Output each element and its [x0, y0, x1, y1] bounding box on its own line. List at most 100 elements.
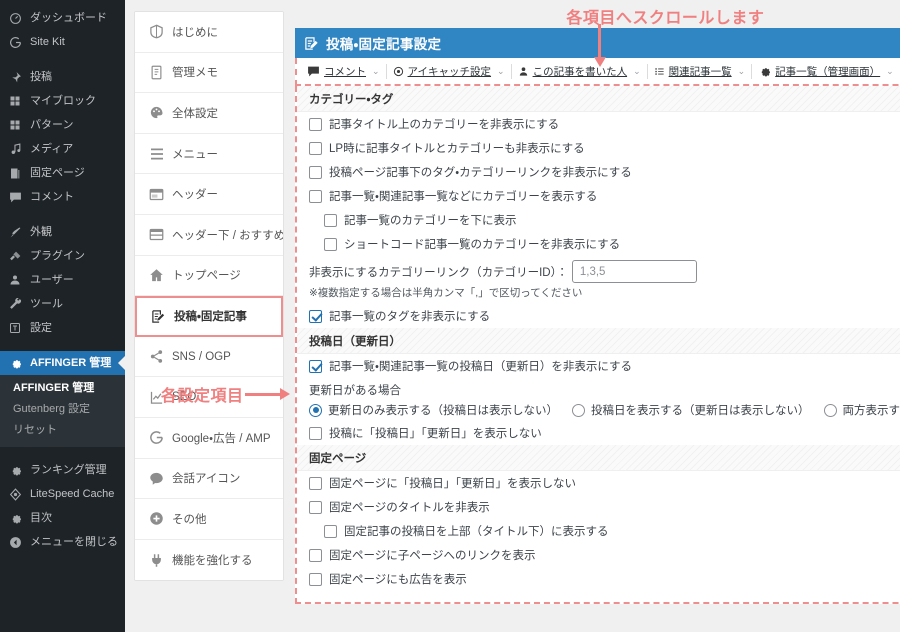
checkbox[interactable]: [309, 426, 322, 440]
pages-icon: [9, 166, 26, 180]
chevron-down-icon[interactable]: ⌄: [497, 66, 505, 77]
sidebar-item-外観[interactable]: 外観: [0, 220, 125, 244]
radio-button[interactable]: [572, 403, 585, 417]
checkbox[interactable]: [324, 213, 337, 227]
sidebar-item-AFFINGER-管理[interactable]: AFFINGER 管理: [0, 351, 125, 375]
submenu-item-リセット[interactable]: リセット: [0, 420, 125, 441]
checkbox-label: 記事一覧・関連記事一覧の投稿日（更新日）を非表示にする: [329, 361, 633, 373]
sidebar-item-設定[interactable]: 設定: [0, 316, 125, 340]
checkbox[interactable]: [309, 500, 322, 514]
radio-option[interactable]: 投稿日を表示する（更新日は表示しない）: [572, 402, 810, 418]
sidebar-item-label: 固定ページ: [30, 166, 85, 179]
nav-item-全体設定[interactable]: 全体設定: [135, 93, 283, 134]
radio-group-label: 更新日がある場合: [309, 385, 401, 397]
nav-item-機能を強化する[interactable]: 機能を強化する: [135, 539, 283, 581]
category-id-input[interactable]: 1,3,5: [571, 260, 697, 283]
checkbox[interactable]: [324, 237, 337, 251]
checkbox[interactable]: [309, 309, 322, 323]
jump-link-関連記事一覧[interactable]: 関連記事一覧 ⌄: [648, 61, 752, 81]
sidebar-item-マイブロック[interactable]: マイブロック: [0, 89, 125, 113]
jump-link-記事一覧-管理画面-[interactable]: 記事一覧（管理画面） ⌄: [752, 61, 900, 81]
sidebar-item-固定ページ[interactable]: 固定ページ: [0, 161, 125, 185]
plug-icon: [149, 553, 172, 568]
memo-icon: [149, 65, 172, 80]
plugin-icon: [9, 249, 26, 263]
checkbox-label: 固定ページにも広告を表示: [329, 574, 467, 586]
jump-link-アイキャッチ設定[interactable]: アイキャッチ設定 ⌄: [387, 61, 511, 81]
checkbox[interactable]: [309, 165, 322, 179]
checkbox[interactable]: [309, 476, 322, 490]
checkbox-label: 固定ページのタイトルを非表示: [329, 502, 490, 514]
sidebar-item-投稿[interactable]: 投稿: [0, 65, 125, 89]
checkbox[interactable]: [309, 572, 322, 586]
section-jump-bar: コメント ⌄ アイキャッチ設定 ⌄ この記事を書いた人 ⌄ 関連記事一覧 ⌄ 記…: [295, 58, 900, 86]
checkbox-label: LP時に記事タイトルとカテゴリーも非表示にする: [329, 143, 585, 155]
sidebar-item-ダッシュボード[interactable]: ダッシュボード: [0, 6, 125, 30]
chevron-down-icon[interactable]: ⌄: [886, 66, 894, 77]
sidebar-item-label: ユーザー: [30, 273, 74, 286]
nav-item-ヘッダー下-おすすめ[interactable]: ヘッダー下 / おすすめ: [135, 214, 283, 256]
nav-item-メニュー[interactable]: メニュー: [135, 133, 283, 175]
sidebar-item-パターン[interactable]: パターン: [0, 113, 125, 137]
affinger-settings-nav: はじめに 管理メモ 全体設定 メニュー ヘッダー ヘッダー下 / おすすめ トッ…: [125, 0, 293, 632]
jump-link-label: この記事を書いた人: [532, 65, 628, 78]
sidebar-item-ユーザー[interactable]: ユーザー: [0, 268, 125, 292]
page-title: 投稿・固定記事設定: [326, 37, 442, 52]
nav-item-投稿-固定記事[interactable]: 投稿・固定記事: [135, 296, 283, 337]
checkbox-label: 記事一覧・関連記事一覧などにカテゴリーを表示する: [329, 191, 598, 203]
jump-link-この記事を書いた人[interactable]: この記事を書いた人 ⌄: [512, 61, 647, 81]
nav-item-label: 全体設定: [172, 107, 218, 120]
sidebar-divider: [0, 340, 125, 351]
nav-item-ヘッダー[interactable]: ヘッダー: [135, 174, 283, 215]
checkbox[interactable]: [309, 117, 322, 131]
checkbox[interactable]: [309, 189, 322, 203]
settings-icon: [9, 321, 26, 335]
gear-icon: [9, 356, 26, 370]
option-row: 記事タイトル上のカテゴリーを非表示にする: [297, 112, 900, 136]
sidebar-item-メディア[interactable]: メディア: [0, 137, 125, 161]
sidebar-item-label: ツール: [30, 297, 63, 310]
nav-item-SEO[interactable]: SEO: [135, 377, 283, 418]
sidebar-divider: [0, 209, 125, 220]
sidebar-item-label: Site Kit: [30, 35, 65, 48]
nav-item-会話アイコン[interactable]: 会話アイコン: [135, 458, 283, 500]
sidebar-item-メニューを閉じる[interactable]: メニューを閉じる: [0, 530, 125, 554]
nav-item-その他[interactable]: その他: [135, 499, 283, 540]
sidebar-item-ツール[interactable]: ツール: [0, 292, 125, 316]
nav-item-はじめに[interactable]: はじめに: [135, 12, 283, 53]
home-icon: [149, 268, 172, 283]
app-root: ダッシュボード Site Kit 投稿 マイブロック パターン メディア 固定ペ…: [0, 0, 900, 632]
option-row: 固定ページのタイトルを非表示: [297, 495, 900, 519]
radio-option[interactable]: 両方表示する（※一覧を除く）: [823, 402, 900, 418]
submenu-item-AFFINGER-管理[interactable]: AFFINGER 管理: [0, 378, 125, 399]
sidebar-submenu: AFFINGER 管理 Gutenberg 設定 リセット: [0, 375, 125, 447]
sidebar-item-Site-Kit[interactable]: Site Kit: [0, 30, 125, 54]
submenu-item-Gutenberg-設定[interactable]: Gutenberg 設定: [0, 399, 125, 420]
sidebar-item-目次[interactable]: 目次: [0, 506, 125, 530]
checkbox-label: 投稿ページ記事下のタグ・カテゴリーリンクを非表示にする: [329, 167, 632, 179]
checkbox[interactable]: [309, 359, 322, 373]
sidebar-item-label: パターン: [30, 118, 74, 131]
checkbox-label: ショートコード記事一覧のカテゴリーを非表示にする: [344, 239, 621, 251]
chevron-down-icon[interactable]: ⌄: [372, 66, 380, 77]
radio-option[interactable]: 更新日のみ表示する（投稿日は表示しない）: [309, 402, 558, 418]
nav-item-管理メモ[interactable]: 管理メモ: [135, 52, 283, 94]
media-icon: [9, 142, 26, 156]
sidebar-item-LiteSpeed-Cache[interactable]: LiteSpeed Cache: [0, 482, 125, 506]
nav-item-トップページ[interactable]: トップページ: [135, 255, 283, 297]
chevron-down-icon[interactable]: ⌄: [738, 66, 746, 77]
checkbox[interactable]: [309, 548, 322, 562]
nav-item-Google-広告-AMP[interactable]: Google・広告 / AMP: [135, 417, 283, 459]
checkbox[interactable]: [309, 141, 322, 155]
sidebar-item-プラグイン[interactable]: プラグイン: [0, 244, 125, 268]
sidebar-item-コメント[interactable]: コメント: [0, 185, 125, 209]
sidebar-item-ランキング管理[interactable]: ランキング管理: [0, 458, 125, 482]
post-edit-icon: [304, 36, 319, 51]
jump-link-コメント[interactable]: コメント ⌄: [301, 61, 386, 81]
radio-button[interactable]: [823, 403, 837, 417]
radio-button[interactable]: [309, 403, 322, 417]
chevron-down-icon[interactable]: ⌄: [633, 66, 641, 77]
comment-icon: [307, 65, 320, 78]
nav-item-SNS-OGP[interactable]: SNS / OGP: [135, 336, 283, 378]
checkbox[interactable]: [324, 524, 337, 538]
